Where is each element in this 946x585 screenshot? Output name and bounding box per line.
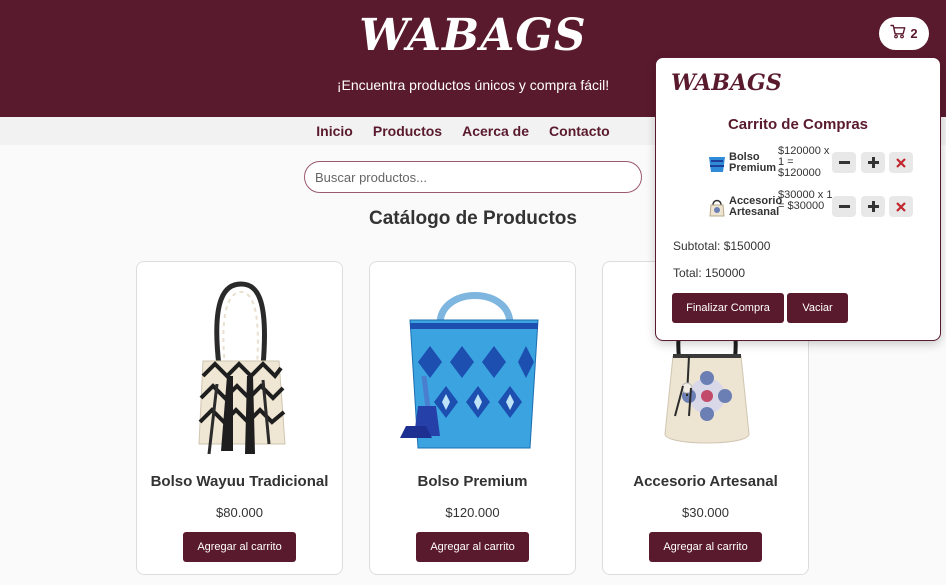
cart-button[interactable]: 2 bbox=[879, 17, 929, 50]
cart-item-thumbnail bbox=[706, 152, 728, 174]
shopping-cart-icon bbox=[890, 24, 906, 44]
cart-item-name: Accesorio Artesanal bbox=[729, 195, 783, 218]
product-image bbox=[151, 276, 330, 458]
remove-item-button[interactable] bbox=[889, 196, 913, 217]
empty-cart-button[interactable]: Vaciar bbox=[787, 293, 848, 323]
site-logo[interactable]: WABAGS bbox=[0, 10, 946, 61]
cart-panel-title: Carrito de Compras bbox=[727, 116, 869, 133]
product-name: Bolso Wayuu Tradicional bbox=[150, 473, 329, 490]
product-card: Bolso Wayuu Tradicional $80.000 Agregar … bbox=[136, 261, 343, 575]
cart-subtotal: Subtotal: $150000 bbox=[673, 239, 771, 253]
add-to-cart-button[interactable]: Agregar al carrito bbox=[183, 532, 296, 562]
cart-item: Bolso Premium $120000 x 1 = $120000 bbox=[706, 146, 916, 184]
minus-icon bbox=[838, 161, 850, 164]
plus-icon bbox=[867, 201, 879, 212]
product-price: $80.000 bbox=[216, 505, 263, 520]
nav-item-acerca[interactable]: Acerca de bbox=[462, 123, 529, 139]
cart-panel: WABAGS Carrito de Compras Bolso Premium … bbox=[655, 57, 941, 341]
plus-icon bbox=[867, 157, 879, 168]
increase-quantity-button[interactable] bbox=[861, 152, 885, 173]
catalog-title: Catálogo de Productos bbox=[369, 208, 577, 229]
cart-item-calc: $30000 x 1 = $30000 bbox=[778, 189, 833, 212]
product-price: $120.000 bbox=[445, 505, 500, 520]
decrease-quantity-button[interactable] bbox=[832, 152, 856, 173]
minus-icon bbox=[838, 205, 850, 208]
product-name: Bolso Premium bbox=[417, 473, 528, 490]
cart-count-badge: 2 bbox=[910, 26, 918, 41]
nav-item-contacto[interactable]: Contacto bbox=[549, 123, 610, 139]
cart-total: Total: 150000 bbox=[673, 266, 746, 280]
close-icon bbox=[896, 201, 906, 212]
checkout-button[interactable]: Finalizar Compra bbox=[672, 293, 784, 323]
increase-quantity-button[interactable] bbox=[861, 196, 885, 217]
nav-item-inicio[interactable]: Inicio bbox=[316, 123, 353, 139]
product-card: Bolso Premium $120.000 Agregar al carrit… bbox=[369, 261, 576, 575]
cart-item-name: Bolso Premium bbox=[729, 151, 777, 174]
cart-panel-logo: WABAGS bbox=[671, 70, 782, 96]
product-name: Accesorio Artesanal bbox=[633, 473, 778, 490]
add-to-cart-button[interactable]: Agregar al carrito bbox=[649, 532, 762, 562]
decrease-quantity-button[interactable] bbox=[832, 196, 856, 217]
search-input[interactable] bbox=[304, 161, 642, 193]
product-image bbox=[384, 276, 563, 458]
nav-item-productos[interactable]: Productos bbox=[373, 123, 442, 139]
cart-item-calc: $120000 x 1 = $120000 bbox=[778, 145, 830, 179]
cart-item: Accesorio Artesanal $30000 x 1 = $30000 bbox=[706, 190, 916, 228]
remove-item-button[interactable] bbox=[889, 152, 913, 173]
cart-item-thumbnail bbox=[706, 196, 728, 218]
close-icon bbox=[896, 157, 906, 168]
product-price: $30.000 bbox=[682, 505, 729, 520]
add-to-cart-button[interactable]: Agregar al carrito bbox=[416, 532, 529, 562]
